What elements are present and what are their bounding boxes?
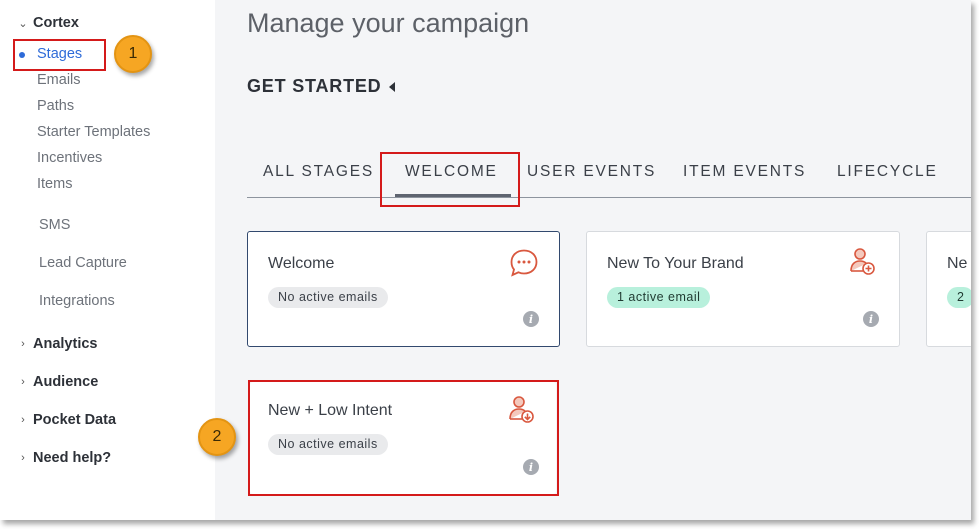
stage-card-welcome[interactable]: Welcome No active emails i — [247, 231, 560, 347]
tab-all-stages[interactable]: ALL STAGES — [263, 163, 374, 181]
chevron-down-icon: ⌄ — [18, 17, 28, 30]
sidebar-section-label: Cortex — [33, 15, 79, 31]
chevron-right-icon: › — [21, 376, 25, 388]
caret-left-icon — [389, 81, 396, 92]
sidebar-item-lead-capture[interactable]: Lead Capture — [39, 255, 127, 271]
sidebar-section-analytics[interactable]: › Analytics — [14, 336, 97, 352]
card-title: Ne — [947, 255, 968, 272]
sidebar-item-incentives[interactable]: Incentives — [37, 150, 102, 166]
tab-user-events[interactable]: USER EVENTS — [527, 163, 656, 181]
status-badge: No active emails — [268, 287, 388, 308]
stage-tabs: ALL STAGES WELCOME USER EVENTS ITEM EVEN… — [247, 150, 971, 198]
annotation-box-new-low-intent — [248, 380, 559, 496]
info-icon[interactable]: i — [523, 311, 539, 327]
status-badge: 1 active email — [607, 287, 711, 308]
sidebar-section-label: Audience — [33, 374, 99, 390]
sidebar-section-audience[interactable]: › Audience — [14, 374, 98, 390]
sidebar-section-label: Need help? — [33, 450, 112, 466]
sidebar: ⌄ Cortex Stages Emails Paths Starter Tem… — [0, 0, 215, 520]
status-badge: 2 — [947, 287, 971, 308]
card-title: New To Your Brand — [607, 255, 744, 272]
app-frame: ⌄ Cortex Stages Emails Paths Starter Tem… — [0, 0, 971, 520]
stage-card-partial[interactable]: Ne 2 — [926, 231, 971, 347]
sidebar-section-need-help[interactable]: › Need help? — [14, 450, 111, 466]
callout-2: 2 — [198, 418, 236, 456]
tab-lifecycle[interactable]: LIFECYCLE — [837, 163, 938, 181]
sidebar-section-label: Pocket Data — [33, 412, 117, 428]
sidebar-item-sms[interactable]: SMS — [39, 217, 70, 233]
annotation-box-welcome-tab — [380, 152, 520, 207]
get-started-toggle[interactable]: GET STARTED — [247, 76, 396, 97]
sidebar-item-starter-templates[interactable]: Starter Templates — [37, 124, 150, 140]
sidebar-item-paths[interactable]: Paths — [37, 98, 74, 114]
chevron-right-icon: › — [21, 338, 25, 350]
sidebar-item-items[interactable]: Items — [37, 176, 72, 192]
sidebar-section-label: Analytics — [33, 336, 98, 352]
callout-1: 1 — [114, 35, 152, 73]
info-icon[interactable]: i — [863, 311, 879, 327]
card-title: Welcome — [268, 255, 335, 272]
sidebar-section-pocket-data[interactable]: › Pocket Data — [14, 412, 116, 428]
chevron-right-icon: › — [21, 452, 25, 464]
user-add-icon — [850, 248, 875, 275]
stage-card-new-to-your-brand[interactable]: New To Your Brand 1 active email i — [586, 231, 900, 347]
page-title: Manage your campaign — [247, 8, 530, 38]
get-started-label: GET STARTED — [247, 76, 382, 96]
chevron-right-icon: › — [21, 414, 25, 426]
sidebar-item-emails[interactable]: Emails — [37, 72, 81, 88]
tab-item-events[interactable]: ITEM EVENTS — [683, 163, 806, 181]
chat-bubble-icon — [510, 249, 538, 277]
annotation-box-stages — [13, 39, 106, 71]
sidebar-section-cortex[interactable]: ⌄ Cortex — [14, 15, 79, 31]
sidebar-item-integrations[interactable]: Integrations — [39, 293, 115, 309]
